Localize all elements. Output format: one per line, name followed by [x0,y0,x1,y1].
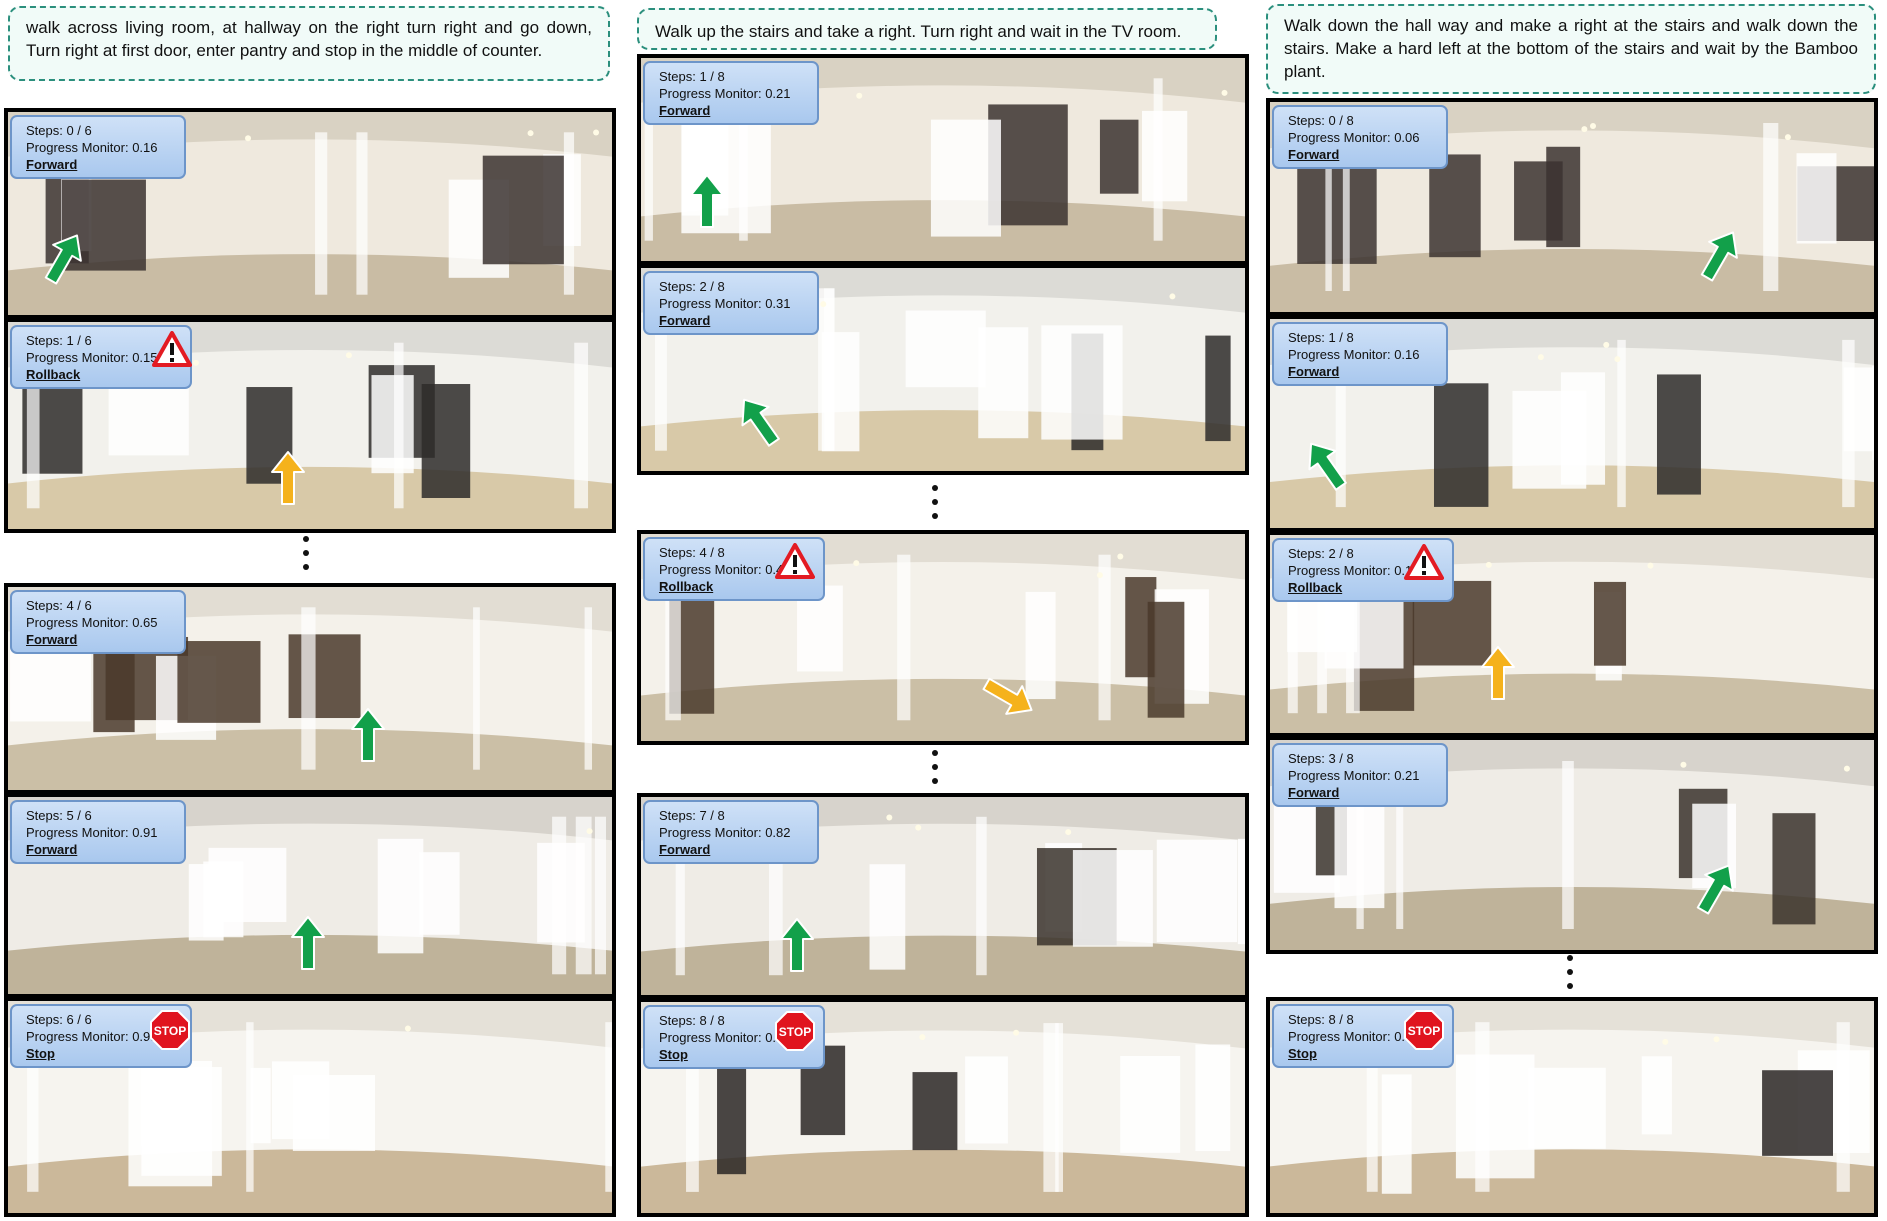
step-info-box: Steps: 4 / 6 Progress Monitor: 0.65 Forwar… [10,590,186,654]
direction-arrow-icon [780,918,814,972]
panorama-panel: Steps: 1 / 6 Progress Monitor: 0.15 Rollba… [4,318,616,533]
step-info-box: Steps: 7 / 8 Progress Monitor: 0.82 Forwar… [643,800,819,864]
progress-monitor-value: Progress Monitor: 0.21 [659,86,791,101]
step-count: Steps: 7 / 8 [659,808,725,823]
panorama-panel: Steps: 8 / 8 Progress Monitor: 0.99 Stop ST… [1266,997,1878,1217]
step-info-box: Steps: 1 / 6 Progress Monitor: 0.15 Rollba… [10,325,192,389]
progress-monitor-value: Progress Monitor: 0.31 [659,296,791,311]
progress-monitor-value: Progress Monitor: 0.16 [26,140,158,155]
step-info-box: Steps: 0 / 6 Progress Monitor: 0.16 Forwar… [10,115,186,179]
step-count: Steps: 5 / 6 [26,808,92,823]
panorama-panel: Steps: 7 / 8 Progress Monitor: 0.82 Forwar… [637,793,1249,999]
instruction-box: Walk up the stairs and take a right. Tur… [637,8,1217,50]
step-info-box: Steps: 1 / 8 Progress Monitor: 0.16 Forwar… [1272,322,1448,386]
step-info-box: Steps: 2 / 8 Progress Monitor: 0.19 Rollba… [1272,538,1454,602]
action-label: Rollback [26,367,81,382]
action-label: Forward [26,632,78,647]
step-info-box: Steps: 8 / 8 Progress Monitor: 0.95 Stop ST… [643,1005,825,1069]
progress-monitor-value: Progress Monitor: 0.21 [1288,768,1420,783]
step-count: Steps: 0 / 6 [26,123,92,138]
action-label: Forward [1288,147,1340,162]
action-label: Rollback [659,579,714,594]
progress-monitor-value: Progress Monitor: 0.65 [26,615,158,630]
action-label: Forward [26,157,78,172]
progress-monitor-value: Progress Monitor: 0.82 [659,825,791,840]
step-info-box: Steps: 8 / 8 Progress Monitor: 0.99 Stop ST… [1272,1004,1454,1068]
ellipsis-dots [932,485,938,527]
progress-monitor-value: Progress Monitor: 0.06 [1288,130,1420,145]
stop-sign-icon: STOP [1404,1010,1444,1050]
action-label: Forward [659,313,711,328]
direction-arrow-icon [1481,646,1515,700]
step-info-box: Steps: 4 / 8 Progress Monitor: 0.43 Rollba… [643,537,825,601]
ellipsis-dots [303,536,309,578]
direction-arrow-icon [271,451,305,505]
panorama-panel: Steps: 0 / 8 Progress Monitor: 0.06 Forwar… [1266,98,1878,316]
step-count: Steps: 4 / 6 [26,598,92,613]
panorama-panel: Steps: 2 / 8 Progress Monitor: 0.31 Forwar… [637,264,1249,475]
panorama-panel: Steps: 5 / 6 Progress Monitor: 0.91 Forwar… [4,793,616,998]
action-label: Forward [1288,364,1340,379]
instruction-box: Walk down the hall way and make a right … [1266,4,1876,94]
direction-arrow-icon [351,708,385,762]
stop-sign-text: STOP [779,1025,811,1039]
stop-sign-icon: STOP [150,1010,190,1050]
ellipsis-dots [1567,955,1573,997]
step-info-box: Steps: 0 / 8 Progress Monitor: 0.06 Forwar… [1272,105,1448,169]
warning-icon [152,331,192,367]
action-label: Forward [1288,785,1340,800]
step-info-box: Steps: 2 / 8 Progress Monitor: 0.31 Forwar… [643,271,819,335]
action-label: Forward [659,842,711,857]
step-count: Steps: 2 / 8 [659,279,725,294]
panorama-panel: Steps: 0 / 6 Progress Monitor: 0.16 Forwar… [4,108,616,319]
stop-sign-icon: STOP [775,1011,815,1051]
step-count: Steps: 3 / 8 [1288,751,1354,766]
warning-icon [775,543,815,579]
progress-monitor-value: Progress Monitor: 0.91 [26,825,158,840]
step-info-box: Steps: 3 / 8 Progress Monitor: 0.21 Forwar… [1272,743,1448,807]
instruction-box: walk across living room, at hallway on t… [8,6,610,81]
panorama-panel: Steps: 1 / 8 Progress Monitor: 0.21 Forwar… [637,54,1249,265]
step-info-box: Steps: 1 / 8 Progress Monitor: 0.21 Forwar… [643,61,819,125]
panorama-panel: Steps: 3 / 8 Progress Monitor: 0.21 Forwar… [1266,736,1878,954]
panorama-panel: Steps: 6 / 6 Progress Monitor: 0.99 Stop ST… [4,997,616,1217]
panorama-panel: Steps: 4 / 8 Progress Monitor: 0.43 Rollba… [637,530,1249,745]
progress-monitor-value: Progress Monitor: 0.16 [1288,347,1420,362]
direction-arrow-icon [291,916,325,970]
step-info-box: Steps: 5 / 6 Progress Monitor: 0.91 Forwar… [10,800,186,864]
step-count: Steps: 1 / 8 [1288,330,1354,345]
step-info-box: Steps: 6 / 6 Progress Monitor: 0.99 Stop ST… [10,1004,192,1068]
step-count: Steps: 1 / 8 [659,69,725,84]
stop-sign-text: STOP [1408,1024,1440,1038]
action-label: Forward [26,842,78,857]
direction-arrow-icon [690,174,724,228]
ellipsis-dots [932,750,938,792]
panorama-panel: Steps: 8 / 8 Progress Monitor: 0.95 Stop ST… [637,998,1249,1217]
panorama-panel: Steps: 2 / 8 Progress Monitor: 0.19 Rollba… [1266,531,1878,737]
stop-sign-text: STOP [154,1024,186,1038]
action-label: Rollback [1288,580,1343,595]
warning-icon [1404,544,1444,580]
panorama-panel: Steps: 4 / 6 Progress Monitor: 0.65 Forwar… [4,583,616,794]
step-count: Steps: 0 / 8 [1288,113,1354,128]
panorama-panel: Steps: 1 / 8 Progress Monitor: 0.16 Forwar… [1266,315,1878,532]
action-label: Forward [659,103,711,118]
